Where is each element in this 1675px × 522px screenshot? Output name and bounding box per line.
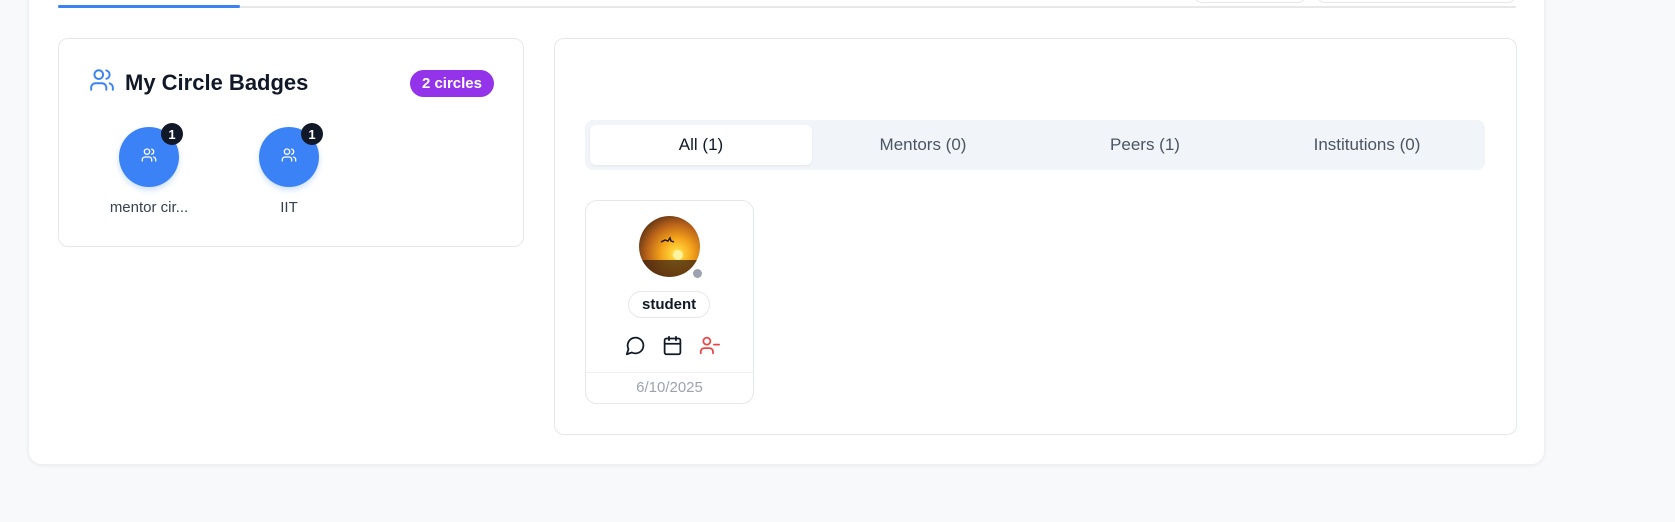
circle-badge-icon-wrap: 1 — [259, 123, 323, 187]
member-count-badge: 1 — [161, 123, 183, 145]
message-circle-icon[interactable] — [624, 334, 646, 356]
users-icon — [141, 147, 157, 168]
connection-card[interactable]: student 6/10/2025 — [585, 200, 754, 404]
tab-all[interactable]: All (1) — [590, 125, 812, 165]
status-indicator — [691, 267, 704, 280]
connection-filter-tabs: All (1) Mentors (0) Peers (1) Institutio… — [585, 120, 1485, 170]
circle-count-badge: 2 circles — [409, 70, 494, 97]
tab-peers[interactable]: Peers (1) — [1034, 125, 1256, 165]
connections-card: All (1) Mentors (0) Peers (1) Institutio… — [554, 38, 1517, 435]
toolbar-button[interactable] — [1194, 0, 1306, 3]
active-tab-indicator — [58, 5, 240, 8]
circle-badges-card: My Circle Badges 2 circles 1 mentor cir.… — [58, 38, 524, 247]
toolbar-select[interactable] — [1317, 0, 1516, 3]
tab-mentors[interactable]: Mentors (0) — [812, 125, 1034, 165]
users-icon — [281, 147, 297, 168]
user-minus-icon[interactable] — [698, 334, 720, 356]
tabs-underline — [58, 6, 1516, 8]
role-badge: student — [628, 291, 711, 318]
tab-institutions[interactable]: Institutions (0) — [1256, 125, 1478, 165]
connection-actions — [624, 334, 720, 356]
card-divider — [586, 372, 753, 373]
badges-title: My Circle Badges — [125, 69, 309, 95]
badges-header: My Circle Badges — [89, 67, 308, 98]
avatar[interactable] — [639, 216, 700, 277]
users-icon — [89, 67, 115, 98]
circle-badge-label: IIT — [280, 199, 298, 216]
calendar-icon[interactable] — [661, 334, 683, 356]
circle-badge[interactable]: 1 IIT — [229, 123, 349, 216]
connection-date: 6/10/2025 — [636, 379, 703, 396]
circle-badge[interactable]: 1 mentor cir... — [89, 123, 209, 216]
circle-badge-label: mentor cir... — [109, 199, 189, 216]
member-count-badge: 1 — [301, 123, 323, 145]
circle-badge-icon-wrap: 1 — [119, 123, 183, 187]
